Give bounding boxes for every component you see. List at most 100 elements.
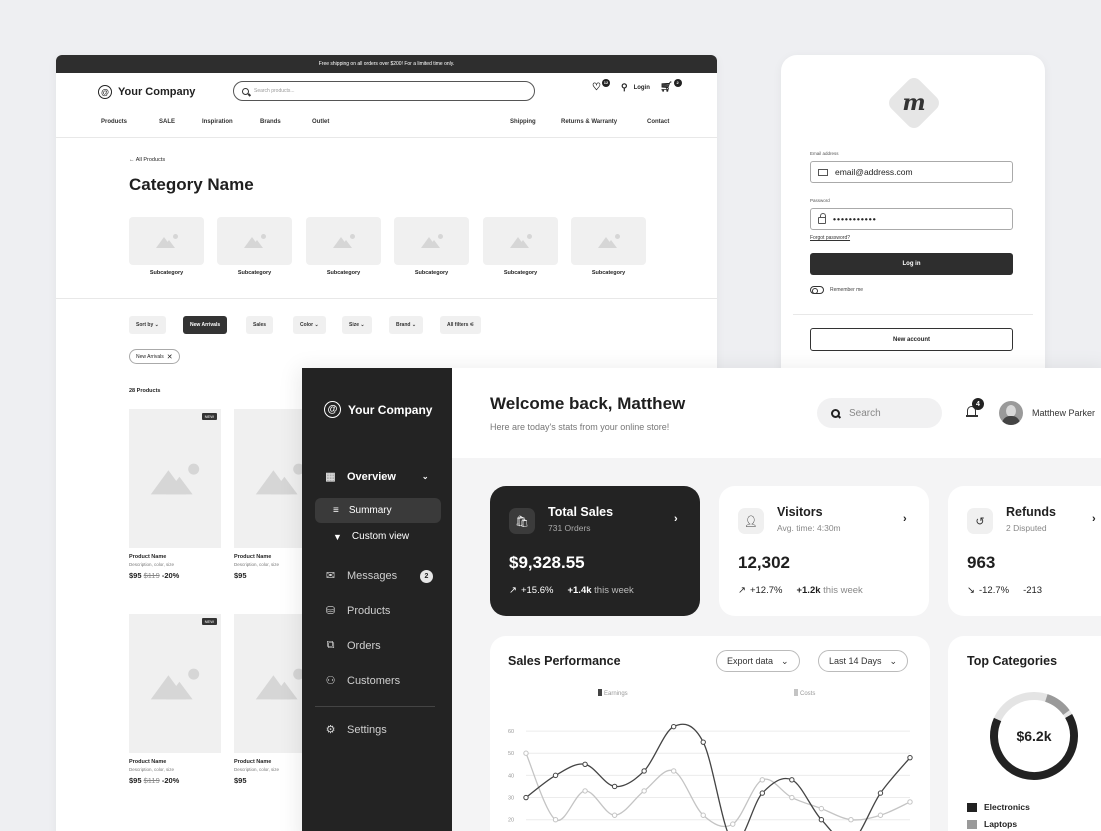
nav-brands[interactable]: Brands: [260, 119, 281, 125]
data-point[interactable]: [789, 777, 795, 783]
data-point[interactable]: [670, 768, 677, 774]
sidebar-item-customers[interactable]: ⚇ Customers: [324, 674, 401, 688]
user-icon: 👤︎: [738, 508, 764, 534]
color-dropdown[interactable]: Color ⌄: [293, 316, 326, 334]
data-point[interactable]: [907, 754, 913, 761]
data-point[interactable]: [789, 794, 795, 801]
cart-icon[interactable]: 🛒︎: [660, 82, 673, 93]
sidebar-item-custom-view[interactable]: ▼ Custom view: [315, 524, 441, 549]
data-point[interactable]: [523, 794, 529, 801]
user-icon[interactable]: ⚲: [621, 82, 628, 93]
password-field[interactable]: •••••••••••: [810, 208, 1013, 230]
sidebar-item-overview[interactable]: ▦ Overview ⌄: [324, 470, 428, 484]
sidebar-item-products[interactable]: ⛁ Products: [324, 604, 391, 618]
data-point[interactable]: [907, 799, 913, 805]
nav-shipping[interactable]: Shipping: [510, 119, 536, 125]
top-categories-card: Top Categories $6.2k Electronics Laptops: [948, 636, 1101, 831]
shop-search-input[interactable]: Search products...: [233, 81, 535, 101]
nav-sale[interactable]: SALE: [159, 119, 175, 125]
nav-inspiration[interactable]: Inspiration: [202, 119, 233, 125]
toggle-icon[interactable]: [810, 286, 824, 294]
sidebar-item-summary[interactable]: ≡ Summary: [315, 498, 441, 523]
wishlist-icon[interactable]: ♡: [592, 82, 601, 93]
data-point[interactable]: [582, 788, 588, 794]
trend-percent: -12.7%: [978, 585, 1010, 596]
data-point[interactable]: [641, 788, 647, 794]
remember-me[interactable]: Remember me: [810, 286, 863, 294]
brand-dropdown[interactable]: Brand ⌄: [389, 316, 424, 334]
data-point[interactable]: [818, 805, 825, 812]
data-point[interactable]: [670, 723, 677, 730]
refunds-card[interactable]: ↺ Refunds 2 Disputed › 963 ↘ -12.7% -213: [948, 486, 1101, 616]
close-icon[interactable]: ✕: [167, 353, 173, 361]
page-subtitle: Here are today's stats from your online …: [490, 422, 670, 432]
all-filters-button[interactable]: All filters ⚟: [440, 316, 482, 334]
nav-returns[interactable]: Returns & Warranty: [561, 119, 617, 125]
nav-outlet[interactable]: Outlet: [312, 119, 329, 125]
data-point[interactable]: [611, 783, 618, 790]
dashboard-logo[interactable]: @ Your Company: [324, 401, 432, 418]
data-point[interactable]: [552, 772, 559, 779]
data-point[interactable]: [759, 790, 766, 796]
wishlist-badge: 12: [601, 78, 610, 87]
chevron-right-icon[interactable]: ›: [1092, 513, 1096, 525]
product-card[interactable]: NEW Product Name Description, color, siz…: [129, 614, 221, 785]
image-placeholder-icon: [255, 668, 305, 699]
subcategory-card[interactable]: Subcategory: [217, 217, 292, 276]
sidebar-item-orders[interactable]: ⧉ Orders: [324, 639, 381, 652]
product-card[interactable]: NEW Product Name Description, color, siz…: [129, 409, 221, 580]
shop-nav: Products SALE Inspiration Brands Outlet …: [56, 119, 717, 135]
total-sales-card[interactable]: 🛍︎ Total Sales 731 Orders › $9,328.55 ↗ …: [490, 486, 700, 616]
chart-title: Sales Performance: [508, 654, 621, 668]
user-name[interactable]: Matthew Parker: [1032, 408, 1095, 418]
data-point[interactable]: [582, 761, 588, 768]
avatar[interactable]: [999, 401, 1023, 425]
page-title: Welcome back, Matthew: [490, 394, 686, 413]
date-range-dropdown[interactable]: Last 14 Days ⌄: [818, 650, 909, 672]
data-point[interactable]: [759, 777, 766, 783]
forgot-password-link[interactable]: Forgot password?: [810, 235, 850, 241]
data-point[interactable]: [700, 739, 706, 745]
data-point[interactable]: [552, 816, 559, 823]
series-line-earnings: [525, 723, 911, 831]
login-link[interactable]: Login: [634, 85, 650, 91]
chevron-right-icon[interactable]: ›: [674, 513, 678, 525]
subcategory-image: [217, 217, 292, 265]
size-dropdown[interactable]: Size ⌄: [342, 316, 372, 334]
email-field[interactable]: email@address.com: [810, 161, 1013, 183]
subcategory-card[interactable]: Subcategory: [306, 217, 381, 276]
data-point[interactable]: [523, 750, 529, 756]
dashboard-search-input[interactable]: Search: [817, 398, 942, 428]
legend-laptops: Laptops: [967, 819, 1017, 829]
data-point[interactable]: [700, 812, 706, 818]
data-point[interactable]: [877, 812, 884, 818]
login-button[interactable]: Log in: [810, 253, 1013, 275]
active-filter-tag[interactable]: New Arrivals ✕: [129, 349, 180, 364]
visitors-card[interactable]: 👤︎ Visitors Avg. time: 4:30m › 12,302 ↗ …: [719, 486, 929, 616]
subcategory-card[interactable]: Subcategory: [483, 217, 558, 276]
new-arrivals-filter[interactable]: New Arrivals: [183, 316, 228, 334]
divider: [56, 298, 717, 299]
export-data-dropdown[interactable]: Export data ⌄: [716, 650, 800, 672]
chevron-right-icon[interactable]: ›: [903, 513, 907, 525]
sort-dropdown[interactable]: Sort by ⌄: [129, 316, 166, 334]
sidebar-item-messages[interactable]: ✉ Messages: [324, 569, 397, 583]
data-point[interactable]: [641, 768, 647, 774]
data-point[interactable]: [877, 790, 884, 796]
breadcrumb[interactable]: ← All Products: [129, 157, 165, 163]
notification-bell[interactable]: 4: [966, 398, 984, 418]
data-point[interactable]: [848, 816, 854, 823]
nav-products[interactable]: Products: [101, 119, 127, 125]
subcategory-card[interactable]: Subcategory: [394, 217, 469, 276]
subcategory-card[interactable]: Subcategory: [129, 217, 204, 276]
subcategory-card[interactable]: Subcategory: [571, 217, 646, 276]
new-account-button[interactable]: New account: [810, 328, 1013, 351]
active-filter-label: New Arrivals: [136, 353, 164, 360]
data-point[interactable]: [611, 812, 618, 818]
shop-logo[interactable]: @ Your Company: [98, 85, 195, 99]
sales-filter[interactable]: Sales: [246, 316, 274, 334]
data-point[interactable]: [730, 821, 736, 827]
sidebar-item-settings[interactable]: ⚙ Settings: [324, 723, 387, 737]
data-point[interactable]: [818, 816, 825, 823]
nav-contact[interactable]: Contact: [647, 119, 669, 125]
